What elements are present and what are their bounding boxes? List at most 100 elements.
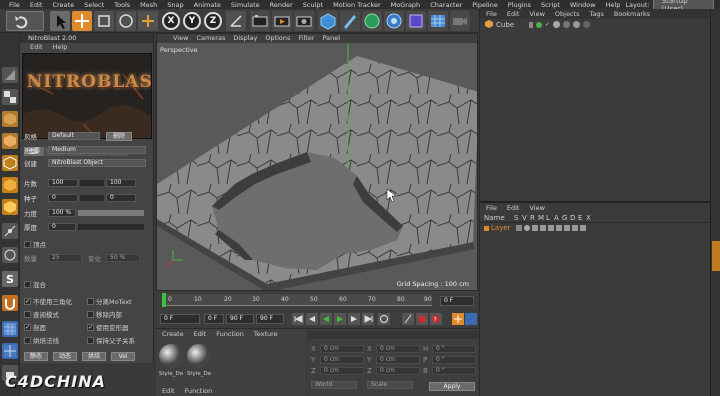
material-menu-texture[interactable]: Texture	[254, 329, 278, 339]
floor-icon[interactable]	[428, 11, 448, 31]
vertex-checkbox[interactable]	[24, 240, 31, 248]
tweak-icon[interactable]	[2, 247, 18, 263]
keyframe-icon[interactable]	[402, 313, 414, 325]
seed-input-2[interactable]: 0	[106, 194, 136, 202]
edges-mode-icon[interactable]	[2, 177, 18, 193]
timeline[interactable]: 0 10 20 30 40 50 60 70 80 90 0 F	[156, 291, 478, 311]
select-arrow-icon[interactable]	[50, 11, 70, 31]
menu-edit[interactable]: Edit	[25, 1, 48, 9]
opt6-checkbox[interactable]: ✓	[87, 323, 94, 331]
layer-menu-edit[interactable]: Edit	[507, 203, 520, 213]
menu-character[interactable]: Character	[425, 1, 467, 9]
layer-manager-icon[interactable]	[540, 225, 546, 231]
menu-create[interactable]: Create	[47, 1, 79, 9]
rotate-icon[interactable]	[116, 11, 136, 31]
menu-simulate[interactable]: Simulate	[226, 1, 265, 9]
layer-anim-icon[interactable]	[556, 225, 562, 231]
object-menu-view[interactable]: View	[529, 9, 544, 19]
perspective-viewport[interactable]: View Cameras Display Options Filter Pane…	[156, 33, 478, 291]
menu-script[interactable]: Script	[536, 1, 565, 9]
move-icon[interactable]	[72, 11, 92, 31]
preset-delete-button[interactable]: 删除	[106, 131, 133, 141]
camera-icon[interactable]	[450, 11, 470, 31]
bake-button[interactable]: 烘焙	[82, 351, 106, 361]
goto-end-icon[interactable]	[362, 313, 374, 325]
coord-rot-p[interactable]: 0 °	[432, 355, 476, 364]
mix-checkbox[interactable]	[24, 280, 31, 288]
layer-view-icon[interactable]	[524, 225, 530, 231]
cube-checkmark-icon[interactable]: ✓	[545, 21, 550, 28]
menu-mesh[interactable]: Mesh	[135, 1, 162, 9]
undo-icon[interactable]	[6, 11, 44, 31]
opt3-checkbox[interactable]	[24, 310, 31, 318]
points-mode-icon[interactable]	[2, 155, 18, 171]
axis-x-button[interactable]: X	[162, 12, 180, 30]
axis-z-button[interactable]: Z	[204, 12, 222, 30]
opt5-checkbox[interactable]: ✓	[24, 323, 31, 331]
dynamic-button[interactable]: 动态	[53, 351, 77, 361]
seed-input[interactable]: 0	[48, 194, 78, 202]
strength-input[interactable]: 100 %	[48, 209, 76, 217]
texture-mode-icon[interactable]	[2, 111, 18, 127]
axis-mode-icon[interactable]	[2, 223, 18, 239]
render-view-icon[interactable]	[250, 11, 270, 31]
autokey-icon[interactable]: ?	[430, 313, 442, 325]
cube-tag-icon-3[interactable]	[573, 21, 581, 28]
menu-snap[interactable]: Snap	[162, 1, 188, 9]
material-menu-create[interactable]: Create	[162, 329, 184, 339]
coord-size-z[interactable]: 0 cm	[376, 366, 420, 375]
object-row-cube[interactable]: Cube ✓	[480, 19, 710, 30]
loop-icon[interactable]	[378, 313, 390, 325]
vel-button[interactable]: Vel	[111, 351, 135, 361]
grid-key-icon[interactable]	[465, 313, 477, 325]
nitroblast-menu-edit[interactable]: Edit	[30, 43, 43, 52]
cube-tag-icon-2[interactable]	[563, 21, 571, 28]
layer-deform-icon[interactable]	[572, 225, 578, 231]
side-tab-active[interactable]	[712, 241, 720, 271]
layer-expr-icon[interactable]	[580, 225, 586, 231]
subdivision-icon[interactable]	[362, 11, 382, 31]
create-select[interactable]: NitroBlast Object	[48, 159, 146, 167]
coord-pos-x[interactable]: 0 cm	[320, 344, 364, 353]
axis-y-button[interactable]: Y	[183, 12, 201, 30]
object-menu-bookmarks[interactable]: Bookmarks	[614, 9, 650, 19]
menu-file[interactable]: File	[4, 1, 25, 9]
material-bottom-function[interactable]: Function	[185, 386, 213, 396]
quality-select[interactable]: Medium	[48, 146, 146, 154]
layer-render-icon[interactable]	[532, 225, 538, 231]
opt1-checkbox[interactable]: ✓	[24, 297, 31, 305]
pieces-input[interactable]: 100	[48, 179, 78, 187]
object-menu-file[interactable]: File	[486, 9, 497, 19]
render-settings-icon[interactable]	[294, 11, 314, 31]
coord-mode-select[interactable]: World	[311, 380, 357, 389]
snap-icon[interactable]: S	[2, 271, 18, 287]
cube-tag-icon-1[interactable]	[553, 21, 561, 28]
thickness-slider[interactable]	[78, 224, 144, 230]
menu-render[interactable]: Render	[265, 1, 298, 9]
menu-animate[interactable]: Animate	[189, 1, 226, 9]
deformer-icon[interactable]	[406, 11, 426, 31]
play-icon[interactable]	[334, 313, 346, 325]
coord-rot-h[interactable]: 0 °	[432, 344, 476, 353]
menu-pipeline[interactable]: Pipeline	[467, 1, 502, 9]
opt4-checkbox[interactable]	[87, 310, 94, 318]
add-icon[interactable]	[138, 11, 158, 31]
material-swatch-1[interactable]: Style_De	[158, 343, 184, 379]
model-mode-icon[interactable]	[2, 133, 18, 149]
preset-select[interactable]: Default	[48, 132, 100, 140]
scale-icon[interactable]	[94, 11, 114, 31]
workplane-icon[interactable]	[2, 321, 18, 337]
checker-icon[interactable]	[2, 89, 18, 105]
coord-size-y[interactable]: 0 cm	[376, 355, 420, 364]
count-input[interactable]: 25	[48, 254, 82, 262]
object-menu-objects[interactable]: Objects	[555, 9, 580, 19]
menu-select[interactable]: Select	[79, 1, 109, 9]
menu-window[interactable]: Window	[565, 1, 601, 9]
timeline-track[interactable]	[162, 294, 432, 306]
material-menu-function[interactable]: Function	[216, 329, 244, 339]
opt7-checkbox[interactable]	[24, 336, 31, 344]
menu-help[interactable]: Help	[601, 1, 626, 9]
layer-gen-icon[interactable]	[564, 225, 570, 231]
cube-primitive-icon[interactable]	[318, 11, 338, 31]
menu-tools[interactable]: Tools	[109, 1, 135, 9]
